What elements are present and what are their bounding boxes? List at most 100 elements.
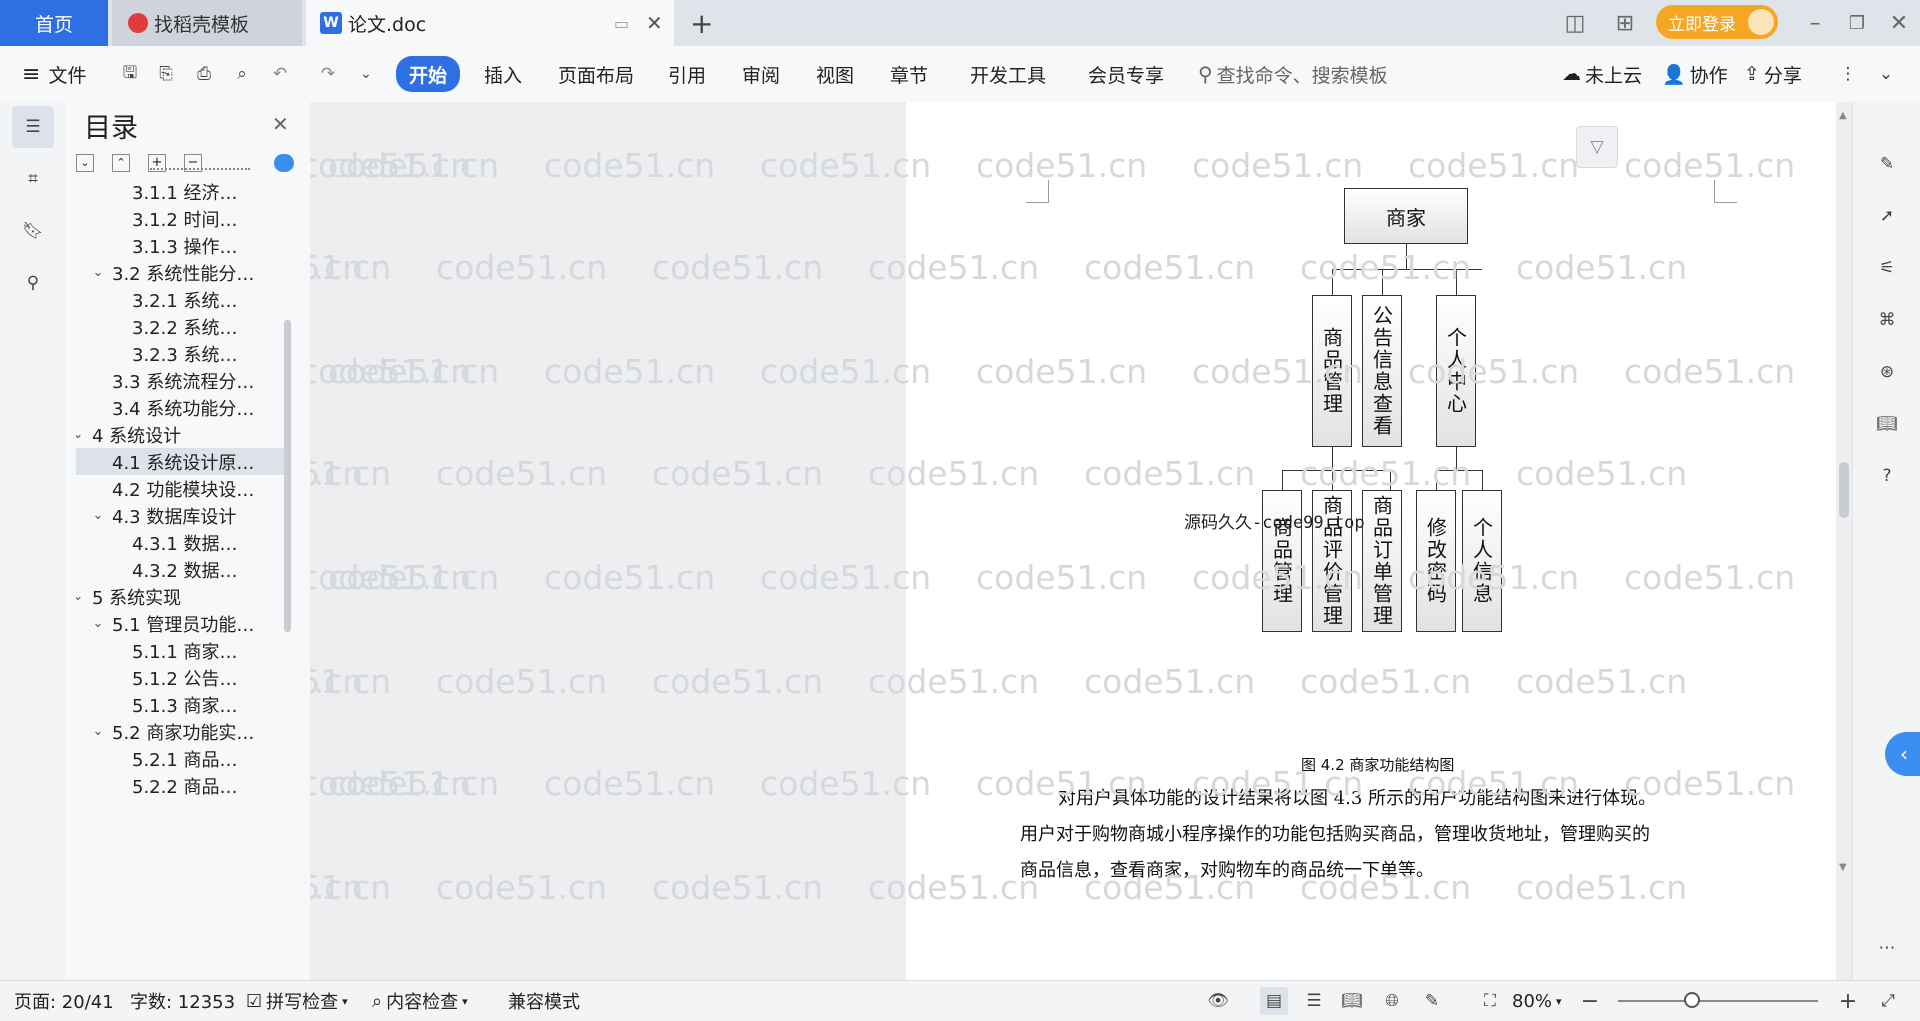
content-check-button[interactable]: ⌕ 内容检查 ▾ (372, 989, 468, 1014)
edit-view-icon[interactable]: ✎ (1418, 987, 1446, 1015)
tab-developer[interactable]: 开发工具 (970, 56, 1046, 92)
vertical-scrollbar[interactable]: ▲ ▼ (1836, 102, 1852, 980)
toc-item[interactable]: 4.1 系统设计原… (76, 448, 290, 475)
toc-item[interactable]: ⌄ 5 系统实现 (76, 583, 290, 610)
zoom-out-icon[interactable]: − (1576, 987, 1604, 1015)
filter-icon[interactable]: ▽ (1576, 126, 1618, 168)
export-icon[interactable]: ⎘ (152, 60, 180, 88)
close-tab-icon[interactable]: ✕ (646, 11, 663, 35)
toc-item[interactable]: 3.2.3 系统… (76, 340, 290, 367)
tab-start[interactable]: 开始 (396, 56, 460, 92)
spell-check-button[interactable]: ☑ 拼写检查 ▾ (246, 989, 348, 1014)
bookmark-icon[interactable]: 🔖︎ (12, 210, 54, 252)
chevron-down-icon[interactable]: ⌄ (76, 427, 86, 442)
zoom-level[interactable]: 80% ▾ (1512, 989, 1562, 1013)
read-icon[interactable]: 📖︎ (1869, 406, 1905, 442)
toc-item[interactable]: 4.2 功能模块设… (76, 475, 290, 502)
chevron-down-icon[interactable]: ⌄ (90, 616, 106, 631)
save-icon[interactable]: 🖫 (116, 60, 144, 88)
reading-view-icon[interactable]: 📖︎ (1338, 987, 1366, 1015)
toc-item[interactable]: 3.4 系统功能分… (76, 394, 290, 421)
screen-icon[interactable]: ▭ (614, 14, 629, 33)
word-count[interactable]: 字数: 12353 (130, 989, 235, 1013)
toc-item[interactable]: 3.1.2 时间… (76, 205, 290, 232)
tab-daoke-templates[interactable]: 找稻壳模板 (112, 0, 302, 46)
toc-item[interactable]: 3.3 系统流程分… (76, 367, 290, 394)
toc-item[interactable]: 5.1.2 公告… (76, 664, 290, 691)
toc-item[interactable]: 5.2.1 商品… (76, 745, 290, 772)
chevron-down-icon[interactable]: ⌄ (90, 265, 106, 280)
tab-document[interactable]: W 论文.doc ▭ ✕ (306, 0, 674, 46)
file-menu[interactable]: ≡ 文件 (22, 56, 86, 92)
outline-scrollbar[interactable] (284, 320, 291, 632)
settings-sliders-icon[interactable]: ⚟ (1869, 250, 1905, 286)
compass-icon[interactable]: ⊛ (1869, 354, 1905, 390)
toc-item[interactable]: 3.1.3 操作… (76, 232, 290, 259)
toc-item[interactable]: 3.2.1 系统… (76, 286, 290, 313)
help-icon[interactable]: ? (1869, 458, 1905, 494)
outline-icon[interactable]: ☰ (12, 106, 54, 148)
tab-review[interactable]: 审阅 (742, 56, 780, 92)
toc-item[interactable]: 4.3.1 数据… (76, 529, 290, 556)
close-window-icon[interactable]: ✕ (1884, 8, 1914, 38)
tab-home[interactable]: 首页 (0, 0, 108, 46)
chevron-down-icon[interactable]: ⌄ (352, 60, 380, 88)
navigation-icon[interactable]: ⌗ (12, 158, 54, 200)
toc-item[interactable]: 5.2.2 商品… (76, 772, 290, 799)
template-icon[interactable]: ⌘ (1869, 302, 1905, 338)
toc-item[interactable]: ⌄ 4.3 数据库设计 (76, 502, 290, 529)
more-icon[interactable]: ⋮ (1834, 60, 1862, 88)
redo-icon[interactable]: ↷ (314, 60, 342, 88)
document-canvas[interactable]: 商家 商品管理 公告信息查看 个人中心 商品管理 商品评价管理 商品订单管理 修… (310, 102, 1852, 980)
web-view-icon[interactable]: 🌐︎ (1378, 987, 1406, 1015)
layout-icon[interactable]: ◫ (1560, 8, 1590, 38)
print-preview-icon[interactable]: ⌕ (228, 60, 256, 88)
tab-insert[interactable]: 插入 (484, 56, 522, 92)
toc-item[interactable]: 4.3.2 数据… (76, 556, 290, 583)
zoom-slider[interactable] (1618, 992, 1818, 1008)
zoom-in-icon[interactable]: + (1834, 987, 1862, 1015)
tab-references[interactable]: 引用 (668, 56, 706, 92)
more-options-icon[interactable]: ⋯ (1869, 930, 1905, 966)
collapse-ribbon-icon[interactable]: ⌄ (1872, 60, 1900, 88)
collapse-sidebar-icon[interactable]: ‹ (1885, 732, 1920, 776)
zoom-slider-thumb[interactable] (1684, 992, 1700, 1008)
outline-view-icon[interactable]: ☰ (1300, 987, 1328, 1015)
cloud-status[interactable]: ☁ 未上云 (1562, 56, 1642, 92)
undo-icon[interactable]: ↶ (266, 60, 294, 88)
restore-icon[interactable]: ❐ (1842, 8, 1872, 38)
print-icon[interactable]: ⎙ (190, 60, 218, 88)
tab-member[interactable]: 会员专享 (1088, 56, 1164, 92)
tab-page-layout[interactable]: 页面布局 (558, 56, 634, 92)
share-button[interactable]: ⇪ 分享 (1744, 56, 1802, 92)
toc-item[interactable]: 5.1.3 商家… (76, 691, 290, 718)
cursor-icon[interactable]: ➚ (1869, 198, 1905, 234)
page-indicator[interactable]: 页面: 20/41 (14, 989, 114, 1013)
toc-item[interactable]: ⌄ 3.2 系统性能分… (76, 259, 290, 286)
page-view-icon[interactable]: ▤ (1260, 987, 1288, 1015)
command-search[interactable]: ⚲ 查找命令、搜索模板 (1198, 56, 1388, 92)
toc-item[interactable]: 5.1.1 商家… (76, 637, 290, 664)
pen-icon[interactable]: ✎ (1869, 146, 1905, 182)
scroll-thumb[interactable] (1839, 462, 1849, 518)
chevron-down-icon[interactable]: ⌄ (76, 589, 86, 604)
chevron-down-icon[interactable]: ⌄ (90, 508, 106, 523)
minimize-icon[interactable]: – (1800, 8, 1830, 38)
toc-item[interactable]: ⌄ 5.2 商家功能实… (76, 718, 290, 745)
fullscreen-icon[interactable]: ⤢ (1874, 987, 1902, 1015)
toc-item[interactable]: ⌄ 4 系统设计 (76, 421, 290, 448)
toc-item[interactable]: 3.2.2 系统… (76, 313, 290, 340)
tab-chapter[interactable]: 章节 (890, 56, 928, 92)
search-icon[interactable]: ⚲ (12, 262, 54, 304)
toc-item[interactable]: 3.1.1 经济… (76, 178, 290, 205)
close-panel-icon[interactable]: ✕ (272, 112, 289, 136)
fit-page-icon[interactable]: ⛶ (1476, 987, 1504, 1015)
toc-item[interactable]: ⌄ 5.1 管理员功能… (76, 610, 290, 637)
chevron-down-icon[interactable]: ⌄ (90, 724, 106, 739)
scroll-down-icon[interactable]: ▼ (1839, 862, 1847, 873)
login-button[interactable]: 立即登录 (1656, 5, 1778, 39)
new-tab-button[interactable]: + (690, 0, 720, 46)
eye-protection-icon[interactable]: 👁︎ (1204, 987, 1232, 1015)
scroll-up-icon[interactable]: ▲ (1839, 110, 1847, 121)
collab-button[interactable]: 👤 协作 (1662, 56, 1728, 92)
